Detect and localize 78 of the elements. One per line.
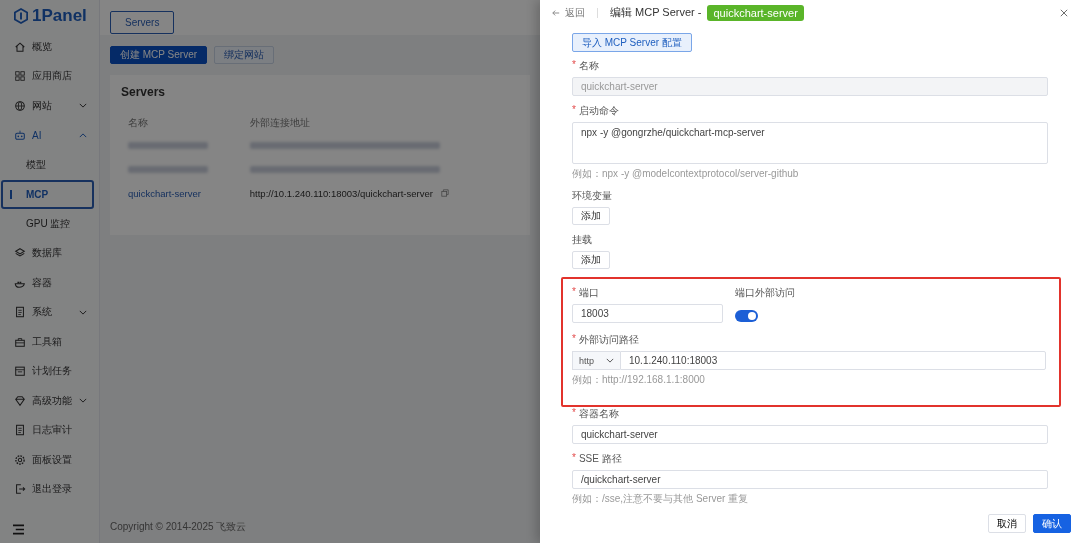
field-label: 名称 bbox=[578, 59, 599, 73]
field-label: 启动命令 bbox=[578, 104, 619, 118]
confirm-button[interactable]: 确认 bbox=[1033, 514, 1071, 533]
field-label: 端口外部访问 bbox=[735, 286, 795, 300]
sidebar-item[interactable]: 面板设置 bbox=[0, 445, 99, 475]
hint-text: 例如：http://192.168.1.1:8000 bbox=[572, 373, 706, 387]
logo-icon bbox=[14, 8, 28, 24]
back-button[interactable]: 返回 bbox=[552, 5, 585, 20]
close-icon[interactable] bbox=[1060, 8, 1068, 17]
sidebar-subitem[interactable]: GPU 监控 bbox=[0, 209, 99, 239]
globe-icon bbox=[14, 99, 26, 112]
field-label: 挂载 bbox=[572, 233, 592, 247]
settings-icon bbox=[14, 453, 26, 466]
add-button[interactable]: 添加 bbox=[572, 207, 610, 225]
required-mark: * bbox=[572, 286, 576, 299]
input-field[interactable]: /quickchart-server bbox=[572, 470, 1048, 489]
chevron-icon bbox=[79, 309, 87, 315]
field-label: 容器名称 bbox=[578, 407, 619, 421]
server-name-tag: quickchart-server bbox=[707, 4, 804, 21]
command-textarea[interactable]: npx -y @gongrzhe/quickchart-mcp-server bbox=[572, 122, 1048, 164]
logo-text: 1Panel bbox=[32, 6, 87, 26]
logout-icon bbox=[14, 483, 26, 496]
sidebar-item[interactable]: 日志审计 bbox=[0, 415, 99, 445]
sidebar-item[interactable]: AI bbox=[0, 120, 99, 150]
back-arrow-icon bbox=[552, 8, 560, 17]
sidebar-item[interactable]: 退出登录 bbox=[0, 474, 99, 504]
field-label: 环境变量 bbox=[572, 189, 612, 203]
field-label: 端口 bbox=[578, 286, 599, 300]
home-icon bbox=[14, 40, 26, 53]
hint-text: 例如：/sse,注意不要与其他 Server 重复 bbox=[572, 492, 750, 506]
toggle-switch[interactable] bbox=[735, 310, 758, 322]
sidebar-item[interactable]: 网站 bbox=[0, 91, 99, 121]
create-button[interactable]: 创建 MCP Server bbox=[110, 46, 208, 64]
required-mark: * bbox=[572, 59, 576, 72]
sidebar-item[interactable]: 数据库 bbox=[0, 238, 99, 268]
sidebar-subitem[interactable]: MCP bbox=[1, 179, 94, 209]
sidebar-item[interactable]: 系统 bbox=[0, 297, 99, 327]
field-label: SSE 路径 bbox=[578, 452, 622, 466]
sidebar-item[interactable]: 计划任务 bbox=[0, 356, 99, 386]
sidebar-item[interactable]: 容器 bbox=[0, 268, 99, 298]
tab[interactable]: Servers bbox=[110, 11, 175, 34]
sidebar-item[interactable]: 应用商店 bbox=[0, 61, 99, 91]
toolbox-icon bbox=[14, 335, 26, 348]
server-name-link[interactable]: quickchart-server bbox=[121, 181, 243, 205]
scheme-select[interactable]: http bbox=[572, 351, 620, 370]
chevron-icon bbox=[79, 103, 87, 109]
card-title: Servers bbox=[121, 85, 167, 99]
document-icon bbox=[14, 424, 26, 437]
bind-button[interactable]: 绑定网站 bbox=[214, 46, 275, 64]
sidebar-item[interactable]: 工具箱 bbox=[0, 327, 99, 357]
port-input[interactable]: 18003 bbox=[572, 304, 723, 323]
import-config-button[interactable]: 导入 MCP Server 配置 bbox=[572, 33, 692, 52]
column-header: 名称 bbox=[127, 116, 149, 130]
grid-icon bbox=[14, 70, 26, 83]
copyright-text: Copyright © 2014-2025 飞致云 bbox=[109, 519, 248, 534]
sidebar-item[interactable]: 高级功能 bbox=[0, 386, 99, 416]
field-label: 外部访问路径 bbox=[578, 333, 639, 347]
sidebar-subitem[interactable]: 模型 bbox=[0, 150, 99, 180]
drawer-title: 编辑 MCP Server - bbox=[610, 5, 702, 20]
sidebar-item[interactable]: 概览 bbox=[0, 32, 99, 62]
add-button[interactable]: 添加 bbox=[572, 251, 610, 269]
required-mark: * bbox=[572, 333, 576, 346]
calendar-icon bbox=[14, 365, 26, 378]
chevron-icon bbox=[79, 398, 87, 404]
chevron-icon bbox=[606, 358, 614, 363]
diamond-icon bbox=[14, 394, 26, 407]
cancel-button[interactable]: 取消 bbox=[988, 514, 1026, 533]
menu-icon[interactable] bbox=[12, 523, 25, 535]
input-field[interactable]: quickchart-server bbox=[572, 425, 1048, 444]
required-mark: * bbox=[572, 407, 576, 420]
document-icon bbox=[14, 306, 26, 319]
required-mark: * bbox=[572, 104, 576, 117]
table-cell: http://10.1.240.110:18003/quickchart-server bbox=[249, 187, 433, 199]
robot-icon bbox=[14, 129, 26, 142]
chevron-icon bbox=[79, 132, 87, 138]
required-mark: * bbox=[572, 452, 576, 465]
input-field[interactable]: 10.1.240.110:18003 bbox=[620, 351, 1046, 370]
hint-text: 例如：npx -y @modelcontextprotocol/server-github bbox=[572, 167, 800, 181]
